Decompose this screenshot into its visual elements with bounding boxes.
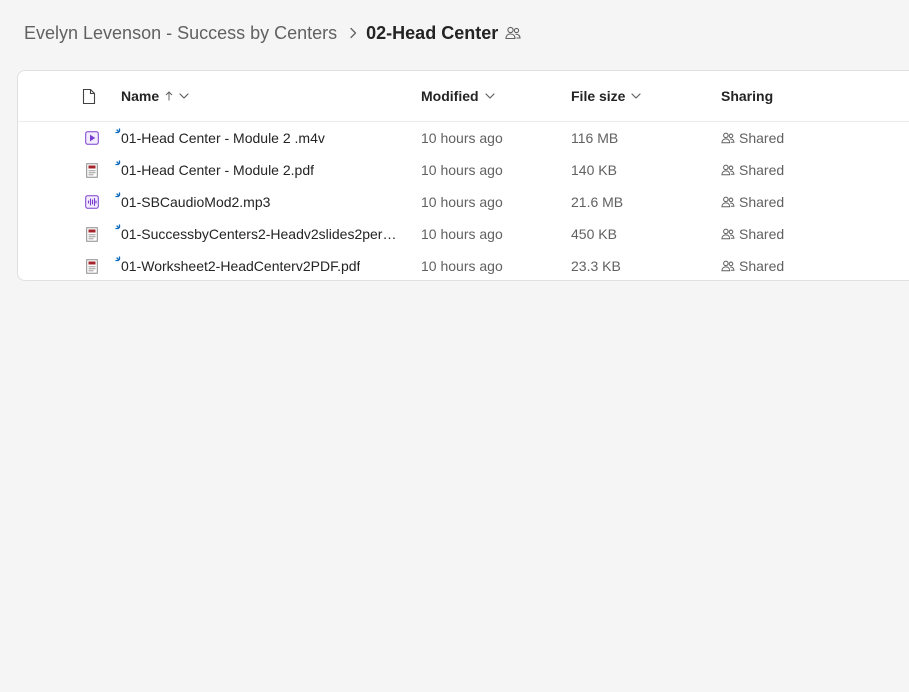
people-icon <box>721 132 735 144</box>
pdf-file-icon <box>84 154 100 186</box>
new-item-icon <box>115 188 124 204</box>
column-header-file-size[interactable]: File size <box>571 71 642 121</box>
video-file-icon <box>84 122 100 154</box>
modified-value: 10 hours ago <box>421 194 503 210</box>
new-item-icon <box>115 156 124 172</box>
file-size-value: 140 KB <box>571 162 617 178</box>
file-name-link[interactable]: 01-SBCaudioMod2.mp3 <box>115 186 403 218</box>
people-icon <box>721 164 735 176</box>
column-header-sharing[interactable]: Sharing <box>721 71 773 121</box>
sharing-status[interactable]: Shared <box>721 218 784 250</box>
page-title: 02-Head Center <box>366 22 499 43</box>
new-item-icon <box>115 252 124 268</box>
column-header-name[interactable]: Name <box>121 71 189 121</box>
sharing-status[interactable]: Shared <box>721 250 784 282</box>
breadcrumb-parent-link[interactable]: Evelyn Levenson - Success by Centers <box>24 23 337 44</box>
file-list-header: Name Modified File size Sharing <box>18 71 909 122</box>
column-header-sharing-label: Sharing <box>721 88 774 104</box>
table-row[interactable]: 01-Head Center - Module 2.pdf 10 hours a… <box>18 154 909 186</box>
column-header-modified[interactable]: Modified <box>421 71 495 121</box>
table-row[interactable]: 01-SBCaudioMod2.mp3 10 hours ago 21.6 MB… <box>18 186 909 218</box>
chevron-down-icon <box>631 93 642 99</box>
chevron-down-icon <box>179 93 189 99</box>
file-name-link[interactable]: 01-Worksheet2-HeadCenterv2PDF.pdf <box>115 250 403 282</box>
new-item-icon <box>115 220 124 236</box>
people-icon <box>721 228 735 240</box>
file-name-link[interactable]: 01-SuccessbyCenters2-Headv2slides2perpa.… <box>115 218 403 250</box>
breadcrumb: Evelyn Levenson - Success by Centers 02-… <box>24 20 521 46</box>
modified-value: 10 hours ago <box>421 130 503 146</box>
pdf-file-icon <box>84 218 100 250</box>
file-size-value: 21.6 MB <box>571 194 624 210</box>
column-header-modified-label: Modified <box>421 88 479 104</box>
new-item-icon <box>115 124 124 140</box>
file-size-value: 450 KB <box>571 226 617 242</box>
modified-value: 10 hours ago <box>421 226 503 242</box>
modified-value: 10 hours ago <box>421 162 503 178</box>
column-header-name-label: Name <box>121 88 160 104</box>
arrow-up-icon <box>165 91 173 101</box>
file-name-link[interactable]: 01-Head Center - Module 2.pdf <box>115 154 403 186</box>
people-icon <box>721 260 735 272</box>
audio-file-icon <box>84 186 100 218</box>
sharing-status[interactable]: Shared <box>721 122 784 154</box>
table-row[interactable]: 01-Head Center - Module 2 .m4v 10 hours … <box>18 122 909 154</box>
pdf-file-icon <box>84 250 100 282</box>
chevron-right-icon <box>349 27 357 39</box>
file-list: Name Modified File size Sharing 01-Head … <box>17 70 909 281</box>
table-row[interactable]: 01-SuccessbyCenters2-Headv2slides2perpa.… <box>18 218 909 250</box>
chevron-down-icon <box>484 93 495 99</box>
column-header-file-size-label: File size <box>571 88 626 104</box>
sharing-status[interactable]: Shared <box>721 186 784 218</box>
document-icon[interactable] <box>82 71 96 121</box>
people-icon[interactable] <box>505 26 521 40</box>
modified-value: 10 hours ago <box>421 258 503 274</box>
table-row[interactable]: 01-Worksheet2-HeadCenterv2PDF.pdf 10 hou… <box>18 250 909 282</box>
people-icon <box>721 196 735 208</box>
file-name-link[interactable]: 01-Head Center - Module 2 .m4v <box>115 122 403 154</box>
file-size-value: 116 MB <box>571 130 619 146</box>
file-size-value: 23.3 KB <box>571 258 621 274</box>
sharing-status[interactable]: Shared <box>721 154 784 186</box>
